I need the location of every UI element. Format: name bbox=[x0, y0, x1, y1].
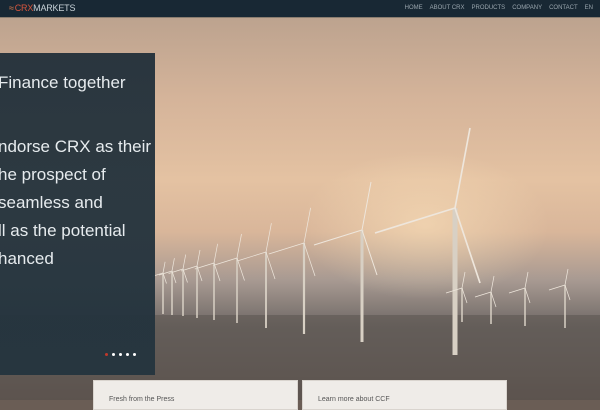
slide-text-line: ll as the potential bbox=[0, 221, 126, 240]
nav-language[interactable]: EN bbox=[585, 5, 593, 11]
turbine bbox=[194, 243, 221, 320]
slide-text-line: Finance together bbox=[0, 73, 126, 92]
slide-dot-3[interactable] bbox=[119, 353, 122, 356]
slide-dot-5[interactable] bbox=[133, 353, 136, 356]
press-card[interactable]: Fresh from the Press bbox=[93, 380, 298, 410]
slide-text-line: he prospect of bbox=[0, 165, 106, 184]
slide-dot-4[interactable] bbox=[126, 353, 129, 356]
nav-company[interactable]: COMPANY bbox=[512, 5, 542, 11]
main-menu: HOME ABOUT CRX PRODUCTS COMPANY CONTACT … bbox=[405, 5, 593, 11]
turbine bbox=[180, 249, 203, 318]
turbine bbox=[159, 258, 177, 315]
slide-text-line: hanced bbox=[0, 249, 54, 268]
slide-dot-2[interactable] bbox=[112, 353, 115, 356]
slide-text-line: seamless and bbox=[0, 193, 103, 212]
slide-pagination bbox=[105, 353, 136, 356]
slide-panel: Finance together ndorse CRX as their he … bbox=[0, 53, 155, 375]
nav-products[interactable]: PRODUCTS bbox=[472, 5, 506, 11]
turbine bbox=[212, 233, 245, 323]
top-navbar: ≈CRXMARKETS HOME ABOUT CRX PRODUCTS COMP… bbox=[0, 0, 600, 18]
slide-text-line: ndorse CRX as their bbox=[0, 137, 152, 156]
logo-icon: ≈ bbox=[9, 3, 14, 13]
ccf-card[interactable]: Learn more about CCF bbox=[302, 380, 507, 410]
nav-about[interactable]: ABOUT CRX bbox=[430, 5, 465, 11]
logo[interactable]: ≈CRXMARKETS bbox=[9, 3, 75, 13]
nav-home[interactable]: HOME bbox=[405, 5, 423, 11]
slide-dot-1[interactable] bbox=[105, 353, 108, 356]
nav-contact[interactable]: CONTACT bbox=[549, 5, 578, 11]
